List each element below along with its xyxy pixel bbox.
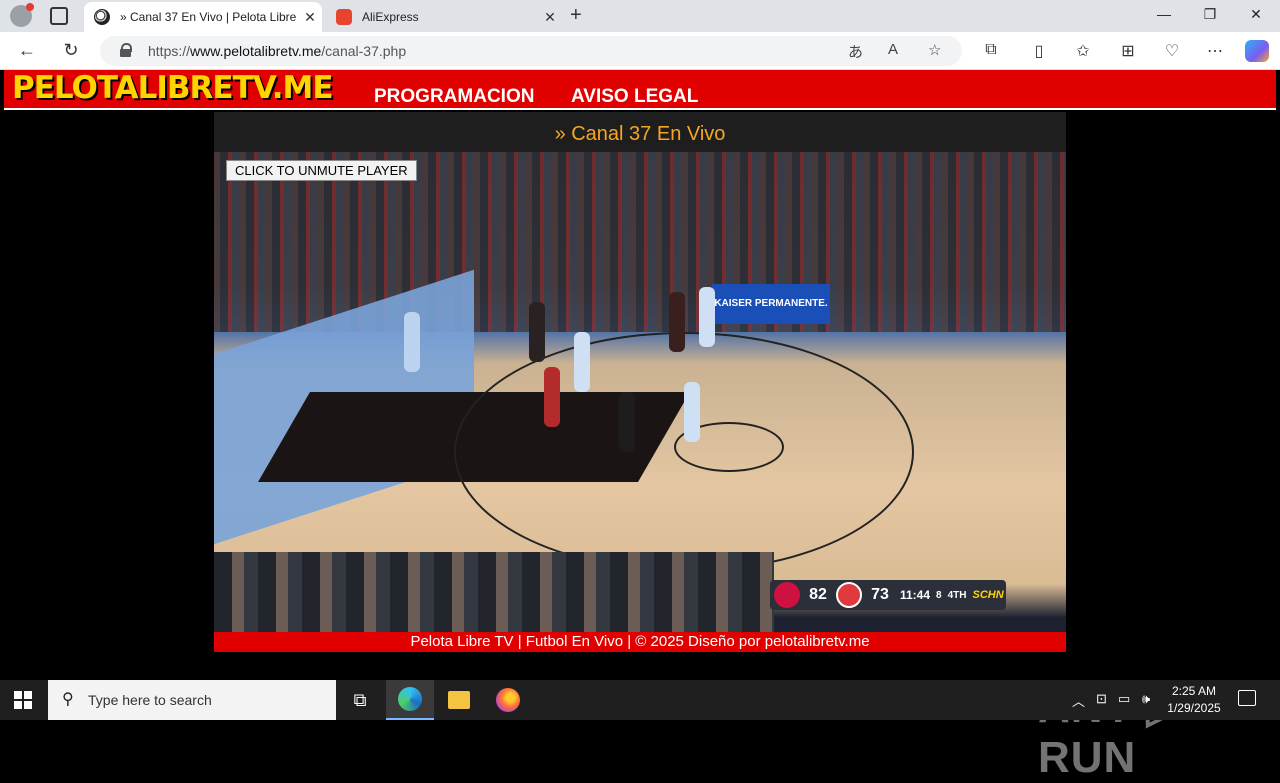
restore-icon[interactable]: ❐ <box>1200 6 1220 23</box>
web-page: PELOTALIBRETV.ME PROGRAMACION AVISO LEGA… <box>0 70 1280 782</box>
minimize-icon[interactable]: — <box>1154 6 1174 22</box>
soccer-ball-icon <box>94 9 110 25</box>
hawks-logo-icon <box>836 582 862 608</box>
channel-title-bar: » Canal 37 En Vivo <box>214 112 1066 152</box>
site-footer: Pelota Libre TV | Futbol En Vivo | © 202… <box>214 632 1066 652</box>
address-bar[interactable]: https://www.pelotalibretv.me/canal-37.ph… <box>100 36 962 66</box>
site-header: PELOTALIBRETV.ME PROGRAMACION AVISO LEGA… <box>4 70 1276 110</box>
quarter: 4TH <box>947 589 967 601</box>
collections-icon[interactable]: ⊞ <box>1117 41 1139 61</box>
edge-icon <box>398 687 422 711</box>
url-text[interactable]: https://www.pelotalibretv.me/canal-37.ph… <box>148 43 406 59</box>
home-score: 82 <box>809 586 827 603</box>
taskbar-search[interactable]: ⚲ Type here to search <box>48 680 336 720</box>
rockets-logo-icon <box>774 582 800 608</box>
tab-title: AliExpress <box>362 10 419 24</box>
back-icon[interactable]: ← <box>16 40 38 61</box>
firefox-taskbar-button[interactable] <box>484 680 532 720</box>
lock-icon[interactable] <box>120 43 132 57</box>
translate-icon[interactable]: あ <box>848 41 863 62</box>
favorite-star-icon[interactable]: ☆ <box>928 41 941 59</box>
read-aloud-icon[interactable]: A <box>888 41 898 58</box>
search-icon: ⚲ <box>62 691 74 708</box>
folder-icon <box>448 691 470 709</box>
profile-icon[interactable] <box>10 3 34 27</box>
system-clock[interactable]: 2:25 AM 1/29/2025 <box>1158 683 1230 717</box>
copilot-icon[interactable] <box>1245 40 1269 62</box>
player <box>404 312 420 372</box>
player <box>684 382 700 442</box>
front-row-crowd <box>214 552 774 632</box>
scorebug: 82 73 11:44 8 4TH SCHN <box>770 580 1006 610</box>
tab-aliexpress[interactable]: AliExpress ✕ <box>326 2 562 32</box>
tab-title: » Canal 37 En Vivo | Pelota Libre TV <box>120 10 298 24</box>
meet-now-icon[interactable]: ⊡ <box>1096 691 1107 707</box>
player <box>529 302 545 362</box>
menu-programacion[interactable]: PROGRAMACION <box>374 86 534 108</box>
volume-icon[interactable]: 🕪 <box>1142 691 1150 707</box>
close-tab-icon[interactable]: ✕ <box>538 9 562 26</box>
network-logo: SCHN <box>972 589 1004 601</box>
unmute-button[interactable]: CLICK TO UNMUTE PLAYER <box>226 160 417 181</box>
address-toolbar: ← ↻ https://www.pelotalibretv.me/canal-3… <box>0 32 1280 70</box>
tab-canal-37[interactable]: » Canal 37 En Vivo | Pelota Libre TV ✕ <box>84 2 322 32</box>
tab-actions-icon[interactable] <box>50 7 68 25</box>
extensions-icon[interactable]: ⧉ <box>980 41 1002 59</box>
chevron-up-icon[interactable]: ︿ <box>1072 691 1085 710</box>
browser-essentials-icon[interactable]: ♡ <box>1161 41 1183 61</box>
close-tab-icon[interactable]: ✕ <box>298 9 322 26</box>
refresh-icon[interactable]: ↻ <box>60 40 82 61</box>
game-clock: 11:44 <box>900 588 931 602</box>
split-screen-icon[interactable]: ▯ <box>1028 41 1050 61</box>
away-score: 73 <box>871 586 889 603</box>
file-explorer-taskbar-button[interactable] <box>435 680 483 720</box>
referee <box>619 392 635 452</box>
search-placeholder: Type here to search <box>88 692 212 708</box>
taskbar: ⚲ Type here to search ⧉ ︿ ⊡ ▭ 🕪 2:25 AM … <box>0 680 1280 720</box>
windows-start-icon[interactable] <box>14 691 32 709</box>
more-menu-icon[interactable]: ⋯ <box>1204 41 1226 61</box>
player <box>669 292 685 352</box>
clock-date: 1/29/2025 <box>1167 701 1221 715</box>
site-logo[interactable]: PELOTALIBRETV.ME <box>12 70 334 106</box>
video-player[interactable]: KAISER PERMANENTE. CLICK TO UNMUTE PLAYE… <box>214 152 1066 632</box>
aliexpress-icon <box>336 9 352 25</box>
shot-clock: 8 <box>936 589 942 601</box>
tab-strip: » Canal 37 En Vivo | Pelota Libre TV ✕ A… <box>0 0 1280 32</box>
page-title: » Canal 37 En Vivo <box>554 123 726 145</box>
favorites-icon[interactable]: ✩ <box>1072 41 1094 61</box>
close-window-icon[interactable]: ✕ <box>1246 6 1266 23</box>
clock-time: 2:25 AM <box>1171 684 1217 698</box>
kaiser-sign: KAISER PERMANENTE. <box>712 284 830 324</box>
player-area: » Canal 37 En Vivo KAISER PERMANENTE. CL… <box>4 112 1276 678</box>
firefox-icon <box>496 688 520 712</box>
new-tab-button[interactable]: + <box>570 4 582 27</box>
edge-taskbar-button[interactable] <box>386 680 434 720</box>
notifications-icon[interactable] <box>1238 690 1256 706</box>
network-icon[interactable]: ▭ <box>1118 691 1130 707</box>
menu-aviso-legal[interactable]: AVISO LEGAL <box>571 86 698 108</box>
task-view-icon[interactable]: ⧉ <box>336 680 384 720</box>
player <box>544 367 560 427</box>
player <box>574 332 590 392</box>
player <box>699 287 715 347</box>
